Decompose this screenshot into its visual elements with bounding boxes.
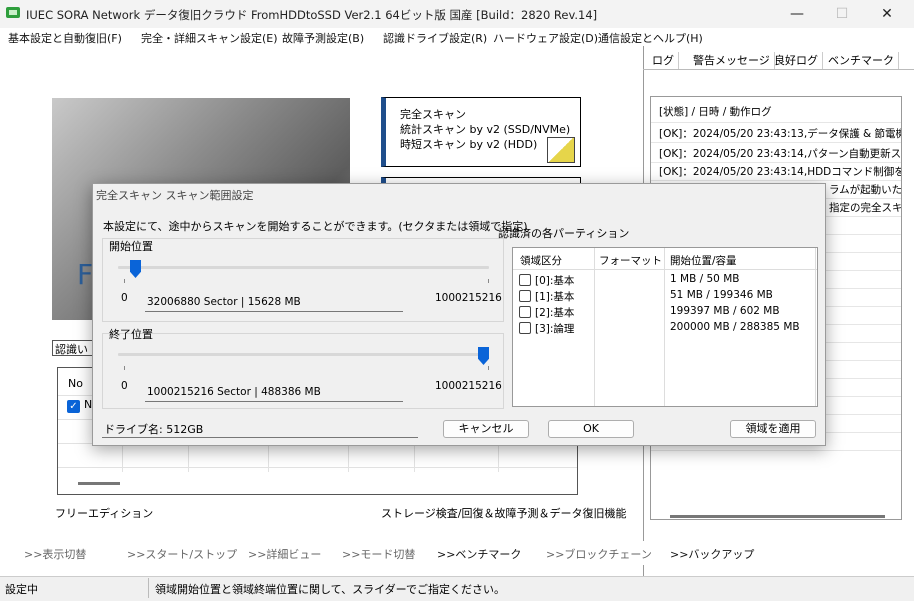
close-button[interactable]: ✕ bbox=[864, 0, 910, 28]
dialog-title: 完全スキャン スキャン範囲設定 bbox=[96, 189, 254, 202]
end-slider-min: 0 bbox=[121, 380, 128, 392]
start-slider-max: 1000215216 bbox=[435, 292, 502, 304]
partition-type: [2]:基本 bbox=[535, 307, 575, 319]
partition-type: [0]:基本 bbox=[535, 275, 575, 287]
nav-blockchain[interactable]: >>ブロックチェーン bbox=[546, 546, 652, 562]
menu-drive-settings[interactable]: 認識ドライブ設定(R) bbox=[383, 30, 487, 46]
partition-type: [3]:論理 bbox=[535, 323, 575, 335]
start-position-label: 開始位置 bbox=[109, 240, 153, 253]
drive-row-label: N bbox=[84, 398, 93, 411]
partition-size: 51 MB / 199346 MB bbox=[670, 289, 773, 301]
dialog-description: 本設定にて、途中からスキャンを開始することができます。(セクタまたは領域で指定) bbox=[103, 220, 528, 233]
menu-help[interactable]: 通信設定とヘルプ(H) bbox=[598, 30, 703, 46]
short-scan-label: 時短スキャン by v2 (HDD) bbox=[400, 138, 538, 151]
partition-label: 認識済の各パーティション bbox=[498, 227, 630, 240]
tab-divider bbox=[643, 69, 914, 70]
drive-table-header: No bbox=[68, 377, 83, 390]
log-header: [状態] / 日時 / 動作ログ bbox=[659, 106, 772, 118]
menu-hardware-settings[interactable]: ハードウェア設定(D) bbox=[493, 30, 598, 46]
menu-basic-settings[interactable]: 基本設定と自動復旧(F) bbox=[8, 30, 122, 46]
status-divider bbox=[148, 578, 149, 598]
log-line: ラムが起動いた bbox=[829, 184, 902, 196]
log-line: [OK]：2024/05/20 23:43:14,HDDコマンド制御を購 bbox=[659, 166, 902, 178]
partition-checkbox[interactable] bbox=[519, 322, 531, 334]
app-icon bbox=[6, 7, 20, 18]
partition-size: 199397 MB / 602 MB bbox=[670, 305, 780, 317]
status-message: 領域開始位置と領域終端位置に関して、スライダーでご指定ください。 bbox=[155, 583, 506, 596]
partition-table[interactable]: 領域区分 フォーマット 開始位置/容量 [0]:基本 1 MB / 50 MB … bbox=[512, 247, 818, 407]
minimize-button[interactable]: — bbox=[774, 0, 820, 28]
maximize-button[interactable]: ☐ bbox=[819, 0, 865, 28]
partition-col-size: 開始位置/容量 bbox=[670, 255, 737, 267]
log-scrollbar[interactable] bbox=[670, 515, 885, 518]
ok-button[interactable]: OK bbox=[548, 420, 634, 438]
partition-size: 1 MB / 50 MB bbox=[670, 273, 740, 285]
tab-good-log[interactable]: 良好ログ bbox=[770, 52, 823, 69]
features-label: ストレージ検査/回復＆故障予測＆データ復旧機能 bbox=[381, 507, 627, 520]
drive-table-scrollbar[interactable] bbox=[78, 482, 120, 485]
partition-checkbox[interactable] bbox=[519, 290, 531, 302]
tab-benchmark[interactable]: ベンチマーク bbox=[824, 52, 899, 69]
partition-checkbox[interactable] bbox=[519, 306, 531, 318]
end-slider-track[interactable] bbox=[118, 353, 489, 356]
log-line: [OK]：2024/05/20 23:43:14,パターン自動更新スレ bbox=[659, 148, 902, 160]
end-sector-value: 1000215216 Sector | 488386 MB bbox=[145, 386, 403, 402]
nav-benchmark[interactable]: >>ベンチマーク bbox=[437, 546, 521, 562]
log-line: [OK]：2024/05/20 23:43:13,データ保護 & 節電機 bbox=[659, 128, 902, 140]
edition-label: フリーエディション bbox=[55, 507, 154, 520]
full-scan-label: 完全スキャン bbox=[400, 108, 466, 121]
nav-mode-toggle[interactable]: >>モード切替 bbox=[342, 546, 415, 562]
drive-checkbox[interactable]: ✓ bbox=[67, 400, 80, 413]
scan-icon bbox=[547, 137, 575, 163]
status-state: 設定中 bbox=[5, 583, 38, 596]
partition-size: 200000 MB / 288385 MB bbox=[670, 321, 800, 333]
stat-scan-label: 統計スキャン by v2 (SSD/NVMe) bbox=[400, 123, 571, 136]
tab-log[interactable]: ログ bbox=[648, 52, 679, 69]
nav-backup[interactable]: >>バックアップ bbox=[670, 546, 754, 562]
tab-warnings[interactable]: 警告メッセージ bbox=[689, 52, 775, 69]
image-letter: F bbox=[77, 258, 94, 291]
apply-range-button[interactable]: 領域を適用 bbox=[730, 420, 816, 438]
menu-scan-settings[interactable]: 完全・詳細スキャン設定(E) bbox=[141, 30, 278, 46]
log-line: 指定の完全スキ bbox=[829, 202, 902, 214]
nav-start-stop[interactable]: >>スタート/ストップ bbox=[127, 546, 237, 562]
recognize-label: 認識い bbox=[52, 340, 94, 356]
end-position-label: 終了位置 bbox=[109, 328, 153, 341]
drive-name-field: ドライブ名: 512GB bbox=[102, 421, 418, 438]
window-title: IUEC SORA Network データ復旧クラウド FromHDDtoSSD… bbox=[26, 8, 598, 22]
nav-display-toggle[interactable]: >>表示切替 bbox=[24, 546, 86, 562]
start-slider-track[interactable] bbox=[118, 266, 489, 269]
start-sector-value: 32006880 Sector | 15628 MB bbox=[145, 296, 403, 312]
cancel-button[interactable]: キャンセル bbox=[443, 420, 529, 438]
end-slider-max: 1000215216 bbox=[435, 380, 502, 392]
partition-col-format: フォーマット bbox=[599, 255, 662, 267]
partition-checkbox[interactable] bbox=[519, 274, 531, 286]
nav-detail-view[interactable]: >>詳細ビュー bbox=[248, 546, 321, 562]
start-slider-min: 0 bbox=[121, 292, 128, 304]
partition-col-type: 領域区分 bbox=[520, 255, 562, 267]
menu-failure-prediction[interactable]: 故障予測設定(B) bbox=[282, 30, 364, 46]
partition-type: [1]:基本 bbox=[535, 291, 575, 303]
